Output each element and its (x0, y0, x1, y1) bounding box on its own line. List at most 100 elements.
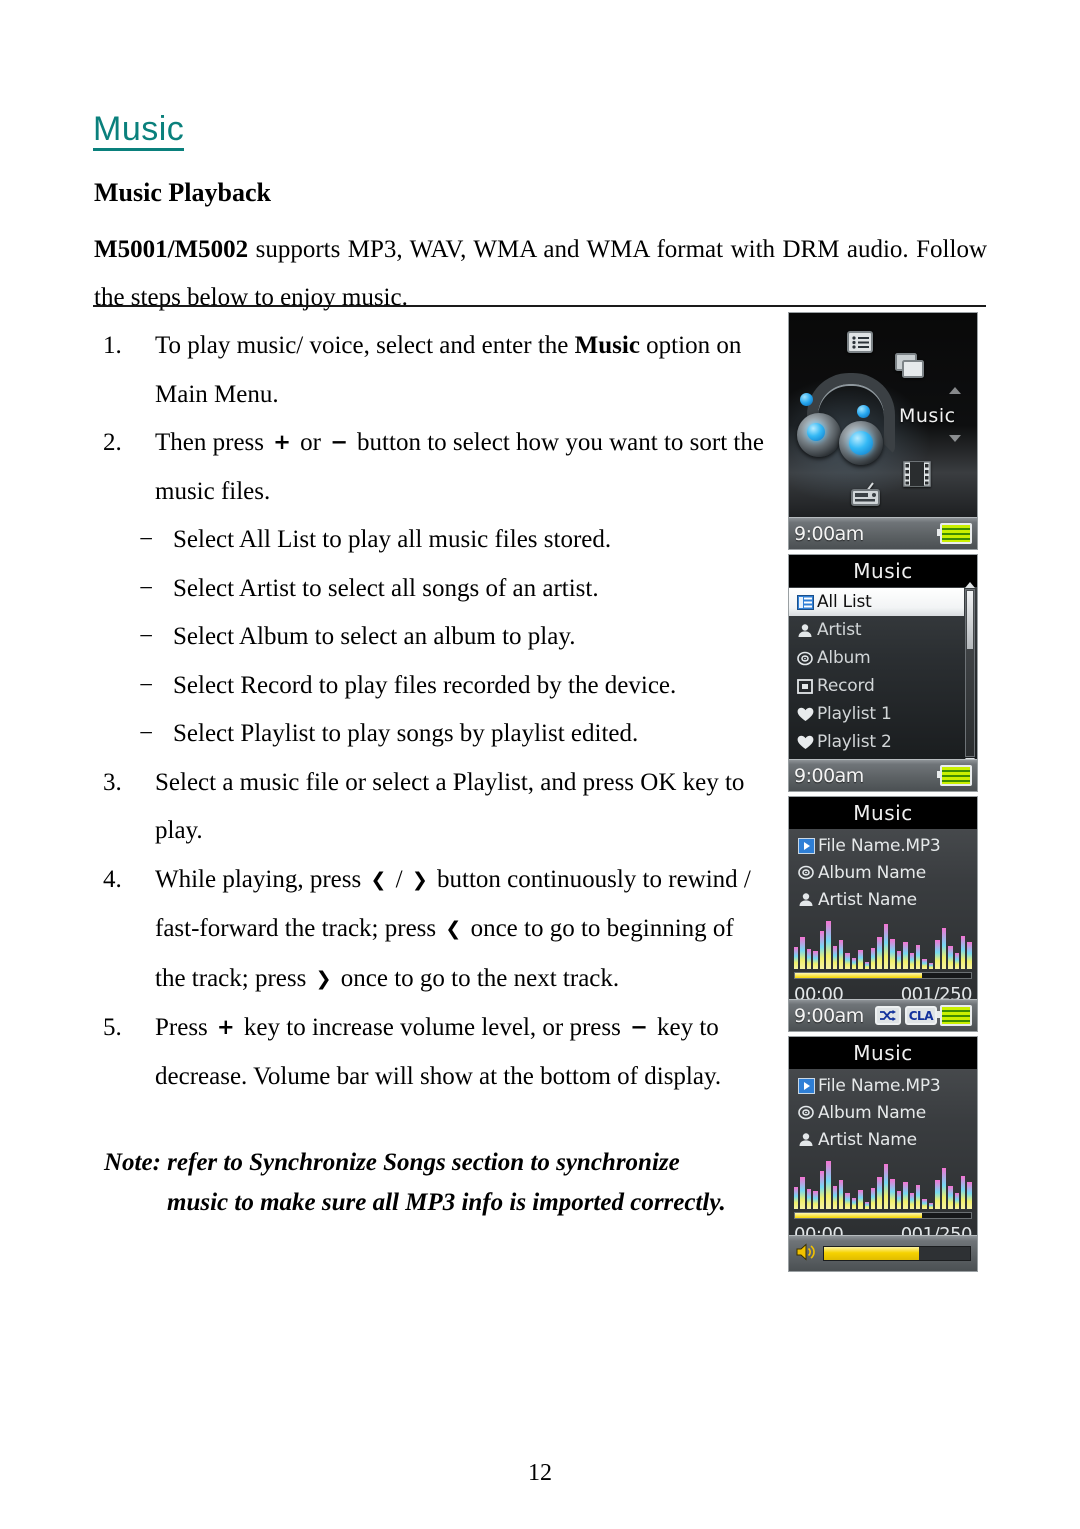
sub-dash: − (139, 720, 154, 747)
step-emphasis: Music (574, 332, 640, 359)
page-title: Music (93, 112, 185, 151)
device-screen-now-playing: Music File Name.MP3 Album Name Artist Na… (788, 796, 978, 1032)
list-item-artist[interactable]: Artist (789, 616, 977, 644)
visualizer-bar (896, 1191, 902, 1209)
track-file-name: File Name.MP3 (818, 1075, 941, 1096)
visualizer-bar (954, 1193, 959, 1209)
album-name: Album Name (818, 862, 927, 883)
visualizer-bar (826, 1161, 831, 1209)
track-progress-fill (795, 973, 922, 978)
visualizer-bar (858, 950, 863, 969)
radio-icon[interactable] (851, 481, 883, 511)
music-list: All List Artist Album Record Playlist 1 … (789, 587, 977, 759)
list-item-label: Playlist 1 (817, 704, 892, 724)
sub-text: Select Artist to select all songs of an … (173, 574, 599, 602)
scrollbar[interactable] (965, 589, 975, 757)
sub-text: Select Record to play files recorded by … (173, 671, 677, 699)
step-item: 3. Select a music file or select a Playl… (94, 759, 764, 856)
visualizer-bar (858, 1190, 863, 1209)
scrollbar-up-arrow-icon[interactable] (965, 582, 975, 588)
album-name: Album Name (818, 1102, 927, 1123)
list-item-album[interactable]: Album (789, 644, 977, 672)
status-time: 9:00am (794, 1004, 864, 1027)
list-item-playlist-2[interactable]: Playlist 2 (789, 728, 977, 756)
list-item-label: Record (817, 676, 875, 696)
sub-text: Select All List to play all music files … (173, 526, 612, 553)
list-item-all-list[interactable]: All List (789, 588, 964, 616)
page-number: 12 (528, 1460, 552, 1486)
note-line-1: Note: refer to Synchronize Songs section… (104, 1149, 680, 1176)
visualizer-bar (948, 946, 953, 969)
visualizer-bar (877, 936, 882, 969)
track-progress-bar[interactable] (794, 1212, 972, 1219)
subsection-title: Music Playback (94, 178, 271, 207)
visualizer-bar (928, 962, 934, 969)
visualizer-bar (819, 1170, 825, 1209)
visualizer-bar (838, 1179, 844, 1209)
visualizer-bar (800, 1176, 805, 1209)
visualizer-bar (909, 1193, 915, 1209)
screen-title: Music (789, 1037, 977, 1069)
step-number: 4. (103, 865, 122, 893)
visualizer-bar (819, 930, 825, 969)
scroll-down-arrow-icon[interactable] (949, 435, 961, 442)
minus-key-icon: − (330, 430, 348, 454)
status-time: 9:00am (794, 522, 864, 545)
visualizer-bar (794, 947, 799, 969)
scroll-up-arrow-icon[interactable] (949, 387, 961, 394)
visualizer-bar (948, 1186, 953, 1209)
text-list-icon[interactable] (847, 331, 873, 357)
album-row: Album Name (794, 859, 972, 886)
previous-track-icon: ❮ (370, 868, 387, 891)
video-film-icon[interactable] (903, 461, 931, 491)
volume-fill (824, 1247, 919, 1260)
eq-mode-badge: CLA (904, 1006, 937, 1025)
sub-text: Select Album to select an album to play. (173, 623, 576, 650)
visualizer-bar (909, 953, 915, 969)
status-bar: 9:00am CLA (789, 999, 977, 1031)
step-item: 2. Then press + or − button to select ho… (94, 419, 764, 516)
photo-icon[interactable] (895, 353, 925, 383)
visualizer-bar (851, 957, 857, 969)
list-item-label: Playlist 2 (817, 732, 892, 752)
artist-row: Artist Name (794, 886, 972, 913)
visualizer-bar (826, 921, 831, 969)
visualizer-bar (935, 1179, 940, 1209)
list-icon (793, 594, 817, 610)
note-line-2: music to make sure all MP3 info is impor… (167, 1189, 726, 1216)
volume-bar-row (789, 1235, 977, 1271)
instruction-steps: 1. To play music/ voice, select and ente… (94, 322, 764, 1101)
visualizer-bar (845, 1193, 850, 1209)
battery-icon (937, 523, 972, 544)
visualizer-bar (845, 953, 850, 969)
screen-title: Music (789, 555, 977, 587)
disc-icon (794, 865, 818, 880)
list-item-playlist-1[interactable]: Playlist 1 (789, 700, 977, 728)
sub-item: − Select Album to select an album to pla… (94, 613, 764, 662)
step-number: 5. (103, 1014, 122, 1041)
visualizer-bar (960, 935, 966, 969)
track-file-row: File Name.MP3 (794, 1072, 972, 1099)
visualizer-bar (813, 951, 818, 969)
device-screen-now-playing-volume: Music File Name.MP3 Album Name Artist Na… (788, 1036, 978, 1272)
visualizer-bar (883, 924, 889, 969)
battery-icon (937, 765, 972, 786)
device-screen-main-menu: Music 9:00am (788, 312, 978, 550)
artist-name: Artist Name (818, 1129, 917, 1150)
record-icon (793, 678, 817, 694)
sub-item: − Select All List to play all music file… (94, 516, 764, 565)
scrollbar-thumb[interactable] (967, 591, 973, 649)
visualizer-bar (941, 1168, 947, 1209)
sub-text: Select Playlist to play songs by playlis… (173, 720, 639, 747)
visualizer-bar (903, 941, 908, 969)
album-row: Album Name (794, 1099, 972, 1126)
track-progress-bar[interactable] (794, 972, 972, 979)
visualizer-bar (813, 1191, 818, 1209)
volume-slider[interactable] (823, 1246, 971, 1261)
person-icon (794, 1132, 818, 1147)
list-item-record[interactable]: Record (789, 672, 977, 700)
step-text: To play music/ voice, select and enter t… (155, 332, 742, 408)
visualizer-bar (832, 1185, 837, 1209)
plus-key-icon: + (273, 430, 291, 454)
device-screenshots: Music 9:00am Music All List Artist Album… (788, 312, 978, 1272)
